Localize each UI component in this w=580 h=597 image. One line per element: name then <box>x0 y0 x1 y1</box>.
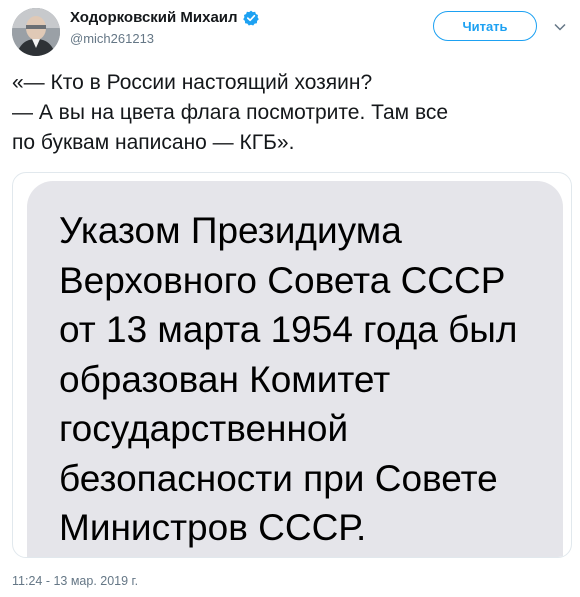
tweet-text-line: «— Кто в России настоящий хозяин? <box>12 71 373 94</box>
bubble-line: от 13 марта 1954 года был <box>59 309 518 350</box>
message-bubble: Указом Президиума Верховного Совета СССР… <box>27 181 563 557</box>
message-bubble-text: Указом Президиума Верховного Совета СССР… <box>59 206 517 553</box>
follow-button[interactable]: Читать <box>433 11 537 41</box>
tweet-text: «— Кто в России настоящий хозяин? — А вы… <box>12 68 572 158</box>
avatar[interactable] <box>12 8 60 56</box>
verified-badge-icon <box>242 10 259 26</box>
author-name[interactable]: Ходорковский Михаил <box>70 9 238 26</box>
bubble-line: Указом Президиума <box>59 210 402 251</box>
bubble-line: безопасности при Совете <box>59 457 498 499</box>
bubble-line: образован Комитет <box>59 358 391 400</box>
tweet-media[interactable]: Указом Президиума Верховного Совета СССР… <box>12 172 572 558</box>
author-name-row[interactable]: Ходорковский Михаил <box>70 9 259 26</box>
bubble-line: Министров СССР. <box>59 507 367 548</box>
bubble-line: государственной <box>59 408 349 449</box>
avatar-photo <box>12 8 60 56</box>
author-handle[interactable]: @mich261213 <box>70 31 154 46</box>
bubble-line: Верховного Совета СССР <box>59 259 506 301</box>
chevron-down-icon[interactable] <box>553 20 567 34</box>
tweet-timestamp[interactable]: 11:24 - 13 мар. 2019 г. <box>12 574 138 588</box>
tweet-text-line: — А вы на цвета флага посмотрите. Там вс… <box>12 101 449 124</box>
tweet-text-line: по буквам написано — КГБ». <box>12 131 295 154</box>
